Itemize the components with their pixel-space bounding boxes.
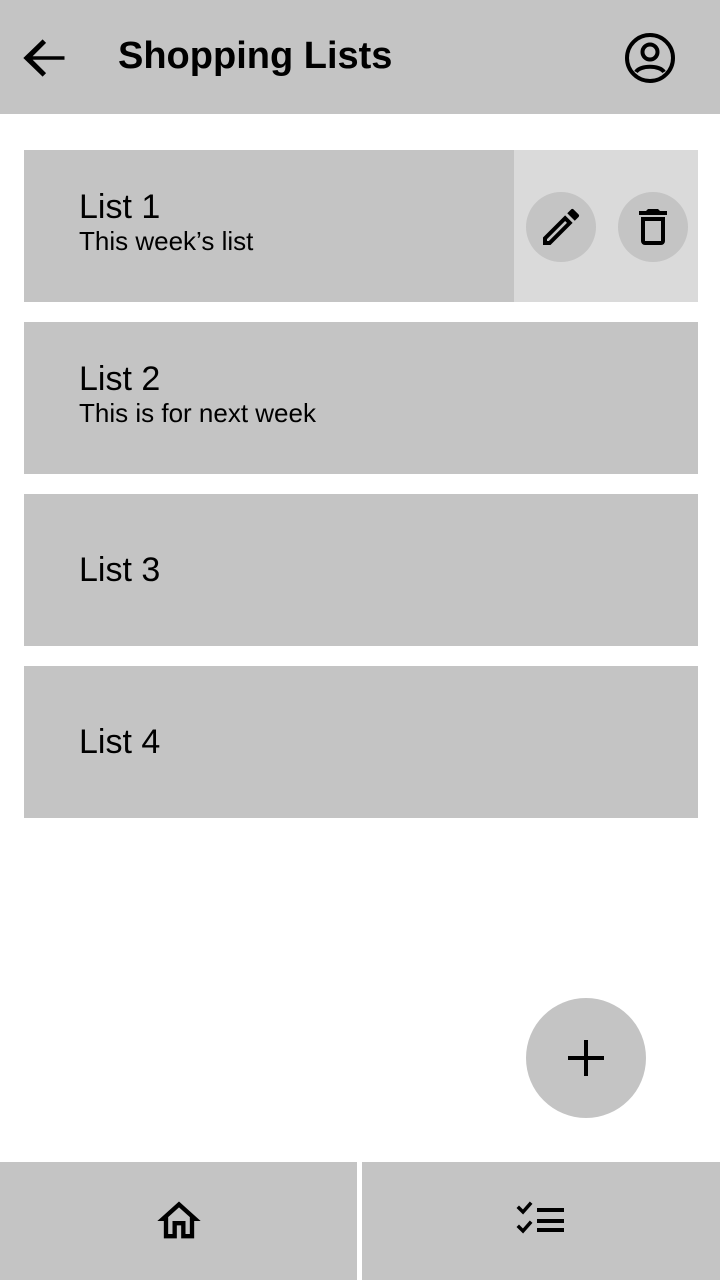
pencil-icon bbox=[543, 208, 580, 245]
list-card-2[interactable]: List 2 This is for next week bbox=[24, 322, 698, 474]
bottom-navigation bbox=[0, 1162, 720, 1280]
list-card-4[interactable]: List 4 bbox=[24, 666, 698, 818]
list-card-text: List 1 This week’s list bbox=[79, 188, 253, 256]
list-card-text: List 2 This is for next week bbox=[79, 360, 316, 428]
arrow-left-icon bbox=[23, 39, 65, 77]
list-card-text: List 3 bbox=[79, 551, 160, 589]
profile-button[interactable] bbox=[620, 28, 680, 88]
plus-icon bbox=[568, 1040, 604, 1076]
list-card-3[interactable]: List 3 bbox=[24, 494, 698, 646]
list-card-text: List 4 bbox=[79, 723, 160, 761]
add-list-button[interactable] bbox=[526, 998, 646, 1118]
nav-lists[interactable] bbox=[362, 1162, 720, 1280]
list-description: This is for next week bbox=[79, 398, 316, 428]
list-name: List 2 bbox=[79, 360, 161, 398]
list-card-1[interactable]: List 1 This week’s list bbox=[24, 150, 698, 302]
edit-list-button[interactable] bbox=[526, 192, 596, 262]
list-name: List 1 bbox=[79, 188, 161, 226]
list-name: List 4 bbox=[79, 723, 161, 761]
app-bar: Shopping Lists bbox=[0, 0, 720, 114]
home-icon bbox=[156, 1201, 201, 1239]
list-card-actions bbox=[514, 150, 698, 302]
list-name: List 3 bbox=[79, 551, 161, 589]
delete-list-button[interactable] bbox=[618, 192, 688, 262]
back-button[interactable] bbox=[16, 30, 74, 86]
nav-home[interactable] bbox=[0, 1162, 357, 1280]
checklist-icon bbox=[516, 1201, 564, 1234]
list-description: This week’s list bbox=[79, 226, 254, 256]
account-circle-icon bbox=[625, 33, 675, 83]
trash-icon bbox=[639, 209, 667, 245]
shopping-list-list: List 1 This week’s list List 2 This is f… bbox=[24, 150, 698, 838]
page-title: Shopping Lists bbox=[118, 35, 393, 77]
app-screen: Shopping Lists List 1 This week’s list L… bbox=[0, 0, 720, 1280]
